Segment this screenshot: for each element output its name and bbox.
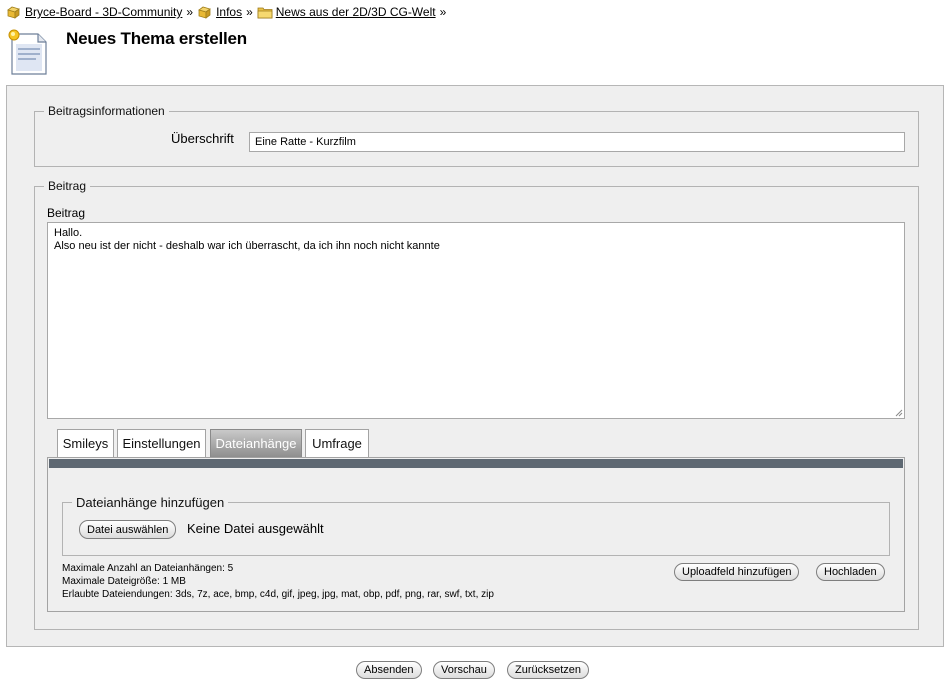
no-file-selected-text: Keine Datei ausgewählt <box>187 521 324 536</box>
breadcrumb-separator: » <box>186 5 194 19</box>
post-label: Beitrag <box>47 206 86 220</box>
tab-panel-header-bar <box>49 459 903 468</box>
page-title: Neues Thema erstellen <box>66 29 247 48</box>
tab-dateianhaenge[interactable]: Dateianhänge <box>210 429 302 457</box>
tab-umfrage[interactable]: Umfrage <box>305 429 369 457</box>
breadcrumb-separator: » <box>246 5 253 19</box>
folder-stack-icon <box>7 6 20 19</box>
attachments-legend: Dateianhänge hinzufügen <box>76 495 225 510</box>
breadcrumb-separator: » <box>439 5 447 19</box>
breadcrumb-item-board[interactable]: Bryce-Board - 3D-Community <box>6 4 182 20</box>
add-upload-field-button[interactable]: Uploadfeld hinzufügen <box>674 563 800 581</box>
max-filesize-info: Maximale Dateigröße: 1 MB <box>62 576 186 587</box>
breadcrumb-item-infos[interactable]: Infos <box>197 4 242 20</box>
submit-button[interactable]: Absenden <box>356 661 422 679</box>
breadcrumb: Bryce-Board - 3D-Community » Infos » New… <box>6 4 450 20</box>
tab-einstellungen[interactable]: Einstellungen <box>117 429 206 457</box>
upload-button[interactable]: Hochladen <box>816 563 885 581</box>
choose-file-button[interactable]: Datei auswählen <box>79 520 177 539</box>
new-document-icon <box>8 29 47 75</box>
subject-input[interactable]: Eine Ratte - Kurzfilm <box>249 132 905 152</box>
folder-icon <box>257 7 273 19</box>
tab-smileys[interactable]: Smileys <box>57 429 114 457</box>
post-info-legend: Beitragsinformationen <box>48 104 165 118</box>
resize-grip-icon[interactable] <box>895 409 903 417</box>
breadcrumb-link-infos[interactable]: Infos <box>216 5 242 19</box>
breadcrumb-item-news[interactable]: News aus der 2D/3D CG-Welt <box>257 4 436 20</box>
subject-label: Überschrift <box>171 131 234 146</box>
message-textarea[interactable]: Hallo. Also neu ist der nicht - deshalb … <box>47 222 905 419</box>
reset-button[interactable]: Zurücksetzen <box>507 661 590 679</box>
max-attachments-info: Maximale Anzahl an Dateianhängen: 5 <box>62 563 234 574</box>
preview-button[interactable]: Vorschau <box>433 661 495 679</box>
folder-stack-icon <box>198 6 211 19</box>
post-legend: Beitrag <box>48 179 87 193</box>
allowed-extensions-info: Erlaubte Dateiendungen: 3ds, 7z, ace, bm… <box>62 589 494 600</box>
breadcrumb-link-news[interactable]: News aus der 2D/3D CG-Welt <box>276 5 436 19</box>
breadcrumb-link-board[interactable]: Bryce-Board - 3D-Community <box>25 5 182 19</box>
